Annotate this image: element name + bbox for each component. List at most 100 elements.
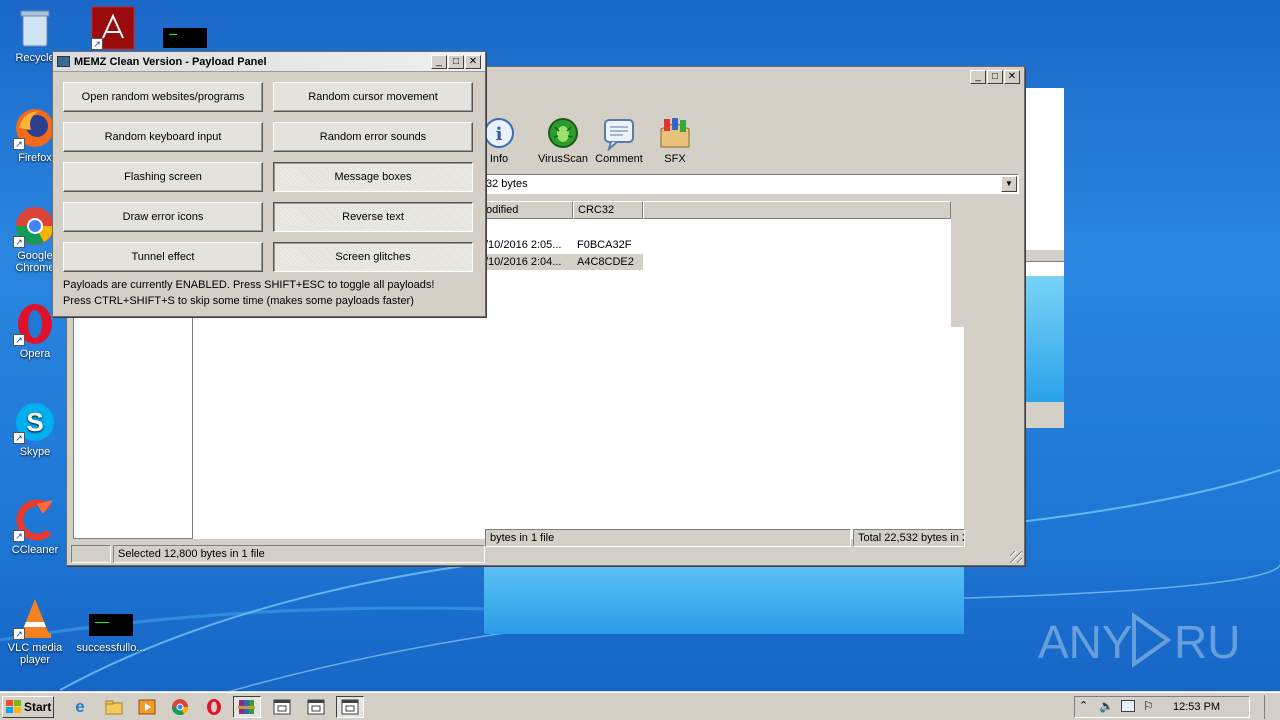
status-mid: bytes in 1 file [485, 529, 851, 547]
action-center-flag-icon[interactable]: ⚐ [1143, 699, 1154, 713]
memz-window-controls: _ □ ✕ [431, 55, 481, 69]
desktop-icon-label: VLC media player [7, 642, 63, 666]
resize-grip-icon[interactable] [1010, 551, 1022, 563]
toolbar-comment-button[interactable]: Comment [589, 117, 649, 165]
close-button[interactable]: ✕ [465, 55, 481, 69]
maximize-button[interactable]: □ [987, 70, 1003, 84]
start-button[interactable]: Start [2, 696, 54, 718]
column-header-crc32[interactable]: CRC32 [573, 201, 643, 219]
desktop-icon-ccleaner[interactable]: ↗ CCleaner [0, 498, 70, 556]
show-desktop-button[interactable] [1264, 695, 1280, 719]
svg-text:i: i [496, 124, 503, 145]
chevron-down-icon[interactable]: ▼ [1001, 176, 1017, 192]
shortcut-arrow-icon: ↗ [13, 236, 25, 248]
desktop-icon-skype[interactable]: S ↗ Skype [0, 400, 70, 458]
desktop-icon-console-bottom[interactable]: successfullo... [76, 612, 146, 654]
network-icon[interactable] [1121, 700, 1135, 712]
chevron-up-icon[interactable]: ⌃ [1079, 699, 1088, 712]
shortcut-arrow-icon: ↗ [13, 628, 25, 640]
taskbar-window-button-2[interactable] [302, 696, 330, 718]
shortcut-arrow-icon: ↗ [13, 530, 25, 542]
watermark-text: ANY [1038, 616, 1133, 668]
shortcut-arrow-icon: ↗ [13, 432, 25, 444]
recycle-bin-icon [13, 6, 57, 50]
payload-flashing-screen-button[interactable]: Flashing screen [63, 162, 263, 192]
taskbar-ie-button[interactable]: e [66, 696, 94, 718]
minimize-button[interactable]: _ [431, 55, 447, 69]
taskbar-window-button-3[interactable] [336, 696, 364, 718]
toolbar-sfx-button[interactable]: SFX [645, 117, 705, 165]
anyrun-watermark: ANY RUN [1038, 608, 1274, 672]
shortcut-arrow-icon: ↗ [91, 38, 103, 50]
sfx-icon [657, 117, 693, 151]
clock[interactable]: 12:53 PM [1173, 701, 1220, 713]
desktop-icon-label: Skype [19, 446, 51, 458]
taskbar-explorer-button[interactable] [100, 696, 128, 718]
comment-icon [601, 117, 637, 152]
window-icon [341, 699, 359, 715]
table-row-selected[interactable]: /10/2016 2:04... A4C8CDE2 [481, 254, 643, 270]
desktop-icon-acrobat[interactable]: ↗ [78, 6, 148, 52]
window-icon [307, 699, 325, 715]
payload-cursor-movement-button[interactable]: Random cursor movement [273, 82, 473, 112]
toolbar-label: SFX [664, 153, 686, 165]
table-row[interactable]: /10/2016 2:05... F0BCA32F [481, 237, 643, 253]
archive-path-combo[interactable]: 32 bytes ▼ [481, 174, 1019, 194]
taskbar-window-button-1[interactable] [268, 696, 296, 718]
shortcut-arrow-icon: ↗ [13, 138, 25, 150]
cell-modified: /10/2016 2:05... [485, 239, 562, 251]
taskbar-winrar-button[interactable] [233, 696, 261, 718]
cell-crc32: A4C8CDE2 [577, 256, 634, 268]
desktop-icon-vlc[interactable]: ↗ VLC media player [0, 596, 70, 666]
chrome-icon: ↗ [13, 204, 57, 248]
status-selected: Selected 12,800 bytes in 1 file [113, 545, 485, 563]
payload-message-boxes-button[interactable]: Message boxes [273, 162, 473, 192]
archive-window-controls: _ □ ✕ [970, 70, 1020, 84]
archive-path-value: 32 bytes [486, 178, 528, 190]
vlc-icon: ↗ [13, 596, 57, 640]
chrome-icon [171, 699, 189, 716]
volume-icon[interactable]: 🔈 [1099, 699, 1114, 713]
taskbar-opera-button[interactable] [200, 696, 228, 718]
payload-hint-text: Press CTRL+SHIFT+S to skip some time (ma… [63, 295, 414, 307]
toolbar-label: Comment [595, 153, 643, 165]
payload-tunnel-effect-button[interactable]: Tunnel effect [63, 242, 263, 272]
payload-draw-error-icons-button[interactable]: Draw error icons [63, 202, 263, 232]
cell-modified: /10/2016 2:04... [485, 256, 562, 268]
window-icon [273, 699, 291, 715]
column-header-filler [643, 201, 951, 219]
status-left-empty [71, 545, 111, 563]
maximize-button[interactable]: □ [448, 55, 464, 69]
acrobat-icon: ↗ [91, 6, 135, 50]
skype-icon: S ↗ [13, 400, 57, 444]
toolbar-label: VirusScan [538, 153, 588, 165]
folder-pane[interactable] [73, 317, 193, 539]
winrar-icon [238, 700, 255, 714]
media-player-icon [138, 699, 156, 715]
cell-crc32: F0BCA32F [577, 239, 632, 251]
taskbar-media-button[interactable] [133, 696, 161, 718]
memz-title-text: MEMZ Clean Version - Payload Panel [74, 55, 267, 68]
taskbar: Start e ⌃ 🔈 ⚐ 12:53 PM [0, 692, 1280, 720]
payload-open-websites-button[interactable]: Open random websites/programs [63, 82, 263, 112]
system-tray: ⌃ 🔈 ⚐ 12:53 PM [1074, 696, 1250, 718]
memz-titlebar[interactable]: MEMZ Clean Version - Payload Panel [53, 52, 485, 72]
memz-window[interactable]: MEMZ Clean Version - Payload Panel _ □ ✕… [52, 51, 486, 317]
toolbar-virusscan-button[interactable]: VirusScan [533, 117, 593, 165]
file-list-right [951, 327, 964, 539]
internet-explorer-icon: e [75, 697, 85, 716]
column-header-modified[interactable]: odified [481, 201, 573, 219]
console-icon [89, 612, 133, 640]
opera-icon [207, 699, 221, 715]
opera-icon: ↗ [13, 302, 57, 346]
start-label: Start [24, 700, 52, 714]
payload-error-sounds-button[interactable]: Random error sounds [273, 122, 473, 152]
payload-keyboard-input-button[interactable]: Random keyboard input [63, 122, 263, 152]
minimize-button[interactable]: _ [970, 70, 986, 84]
payload-reverse-text-button[interactable]: Reverse text [273, 202, 473, 232]
desktop-icon-label: CCleaner [11, 544, 59, 556]
payload-screen-glitches-button[interactable]: Screen glitches [273, 242, 473, 272]
virus-scan-icon [545, 117, 581, 151]
taskbar-chrome-button[interactable] [166, 696, 194, 718]
close-button[interactable]: ✕ [1004, 70, 1020, 84]
